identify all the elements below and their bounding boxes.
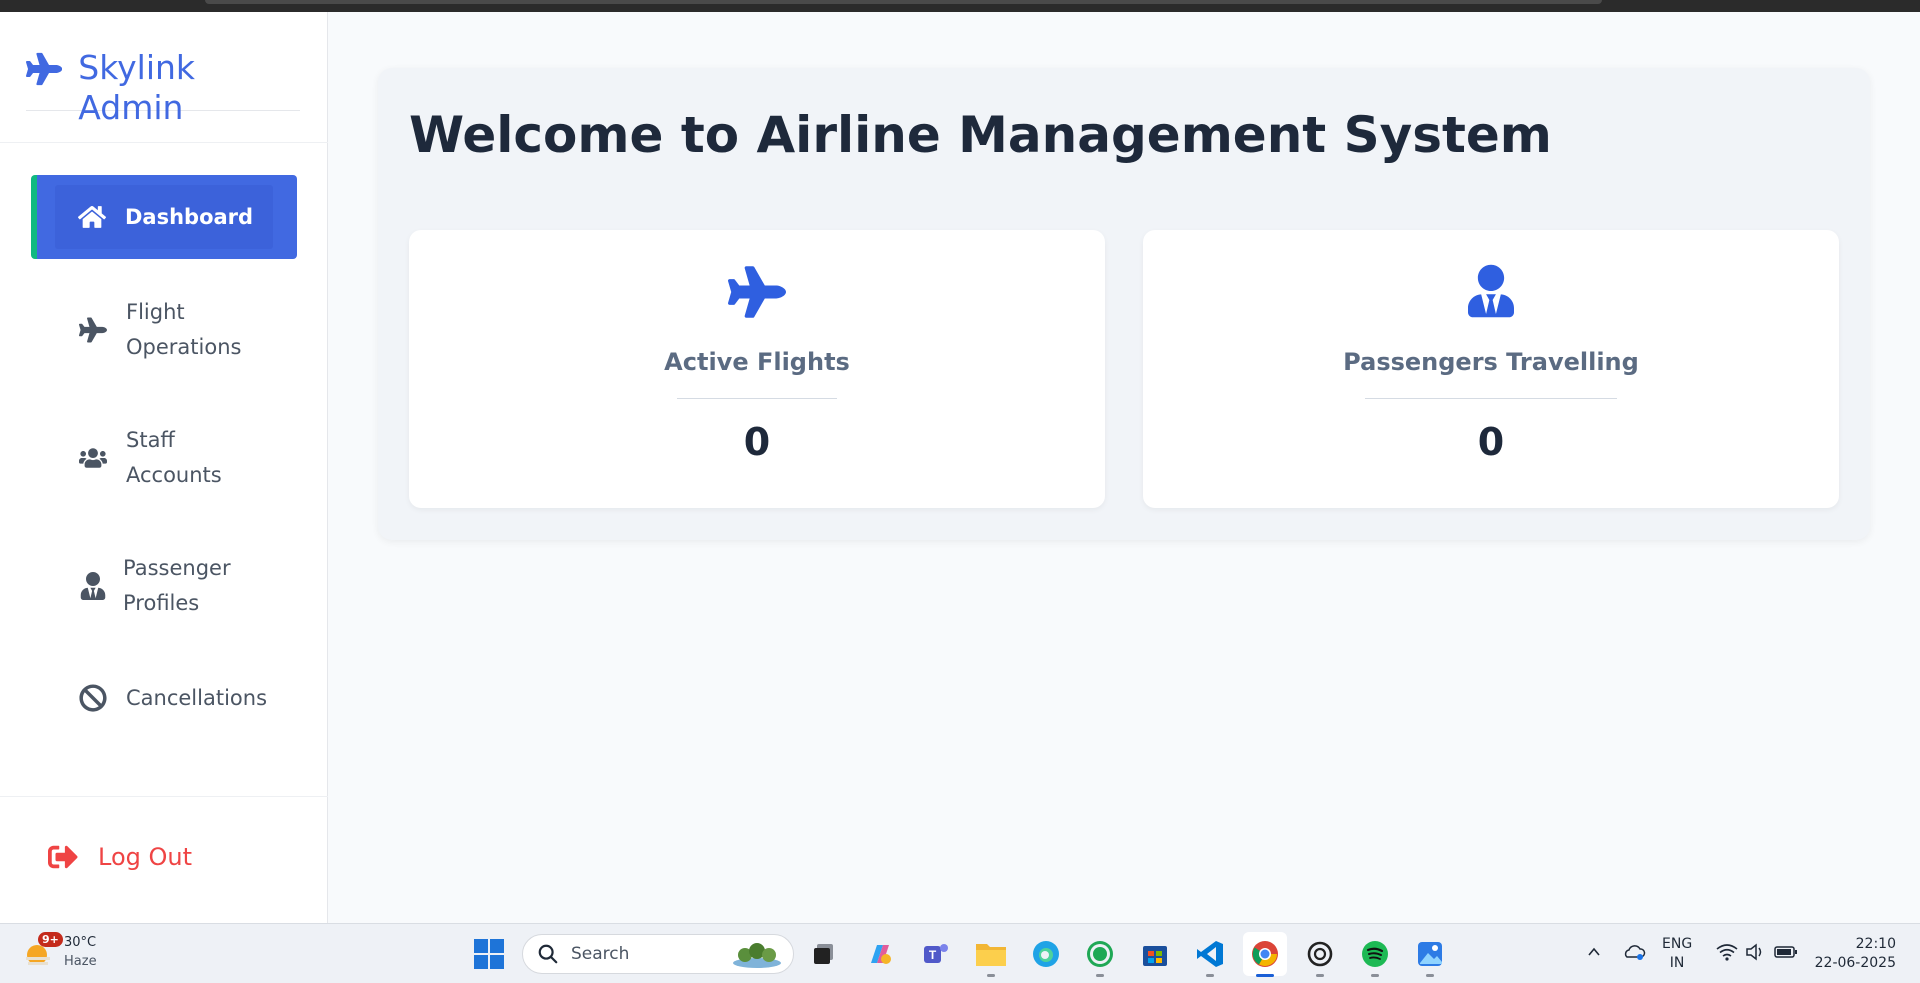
search-placeholder: Search [571, 944, 630, 964]
passengers-travelling-card: Passengers Travelling 0 [1143, 230, 1839, 508]
sidebar-item-label: Flight Operations [126, 300, 242, 359]
stat-divider [677, 398, 837, 399]
user-tie-icon [78, 571, 108, 601]
running-indicator [1096, 974, 1104, 977]
sidebar-item-staff-accounts[interactable]: Staff Accounts [78, 423, 344, 493]
weather-temp: 30°C [64, 935, 97, 950]
file-explorer-icon[interactable] [975, 938, 1007, 970]
stat-value: 0 [1477, 420, 1505, 464]
sidebar-item-flight-operations[interactable]: Flight Operations [78, 295, 344, 365]
spotify-icon[interactable] [1359, 938, 1391, 970]
svg-text:T: T [929, 948, 937, 962]
taskbar-search[interactable]: Search [522, 934, 794, 974]
region-code: IN [1669, 955, 1685, 971]
vscode-icon[interactable] [1194, 938, 1226, 970]
language-code: ENG [1662, 936, 1693, 952]
running-indicator [1316, 974, 1324, 977]
browser-tab-strip [205, 0, 1602, 4]
user-tie-icon [1461, 264, 1521, 320]
sidebar-item-label: Cancellations [126, 685, 268, 710]
volume-icon[interactable] [1742, 939, 1768, 965]
onedrive-icon[interactable] [1620, 939, 1648, 965]
stat-label: Passengers Travelling [1343, 348, 1639, 376]
whatsapp-icon[interactable] [1084, 938, 1116, 970]
sidebar-divider [0, 142, 328, 143]
windows-start-icon[interactable] [474, 939, 504, 969]
logout-label: Log Out [98, 843, 193, 871]
notification-badge: 9+ [38, 932, 63, 947]
browser-frame-strip [0, 0, 1920, 12]
task-view-icon[interactable] [808, 938, 840, 970]
chevron-up-icon[interactable] [1583, 939, 1605, 965]
users-icon [78, 443, 108, 473]
edge-icon[interactable] [1030, 938, 1062, 970]
running-indicator [1426, 974, 1434, 977]
search-highlight-icon [733, 943, 781, 968]
sidebar-item-passenger-profiles[interactable]: Passenger Profiles [78, 551, 344, 621]
teams-icon[interactable]: T [920, 938, 952, 970]
plane-icon [26, 52, 63, 86]
weather-icon: 9+ [22, 932, 63, 969]
sidebar-item-label: Staff Accounts [126, 428, 222, 487]
sidebar-item-label: Dashboard [125, 204, 254, 229]
chrome-icon[interactable] [1243, 932, 1287, 976]
weather-widget[interactable]: 9+ 30°C Haze [22, 932, 97, 971]
microsoft-store-icon[interactable] [1139, 938, 1171, 970]
taskbar: 9+ 30°C Haze Search T ENG IN 22:10 22-06… [0, 923, 1920, 983]
chatgpt-icon[interactable] [1304, 938, 1336, 970]
running-indicator [1206, 974, 1214, 977]
sidebar: Skylink Admin Dashboard Flight Operation… [0, 12, 328, 923]
active-flights-card: Active Flights 0 [409, 230, 1105, 508]
system-clock[interactable]: 22:10 22-06-2025 [1810, 935, 1896, 973]
sidebar-item-dashboard[interactable]: Dashboard [31, 175, 297, 259]
clock-date: 22-06-2025 [1814, 955, 1896, 971]
active-indicator [1256, 974, 1274, 977]
clock-time: 22:10 [1855, 936, 1896, 952]
brand[interactable]: Skylink Admin [26, 48, 300, 127]
home-icon [77, 202, 107, 232]
running-indicator [1371, 974, 1379, 977]
stat-label: Active Flights [664, 348, 850, 376]
stat-value: 0 [743, 420, 771, 464]
logout-button[interactable]: Log Out [48, 842, 192, 872]
sidebar-divider [0, 796, 328, 797]
search-icon [538, 944, 558, 964]
stat-divider [1365, 398, 1617, 399]
photos-icon[interactable] [1414, 938, 1446, 970]
battery-icon[interactable] [1772, 939, 1800, 965]
plane-icon [727, 264, 787, 320]
wifi-icon[interactable] [1714, 939, 1740, 965]
weather-condition: Haze [64, 954, 97, 969]
sidebar-item-label: Passenger Profiles [123, 556, 231, 615]
language-indicator[interactable]: ENG IN [1662, 935, 1692, 973]
running-indicator [987, 974, 995, 977]
sign-out-icon [48, 845, 78, 869]
page-title: Welcome to Airline Management System [409, 106, 1552, 164]
brand-title: Skylink Admin [78, 48, 196, 127]
copilot-icon[interactable] [864, 938, 896, 970]
sidebar-item-cancellations[interactable]: Cancellations [78, 678, 344, 718]
plane-icon [78, 315, 108, 345]
ban-icon [78, 683, 108, 713]
